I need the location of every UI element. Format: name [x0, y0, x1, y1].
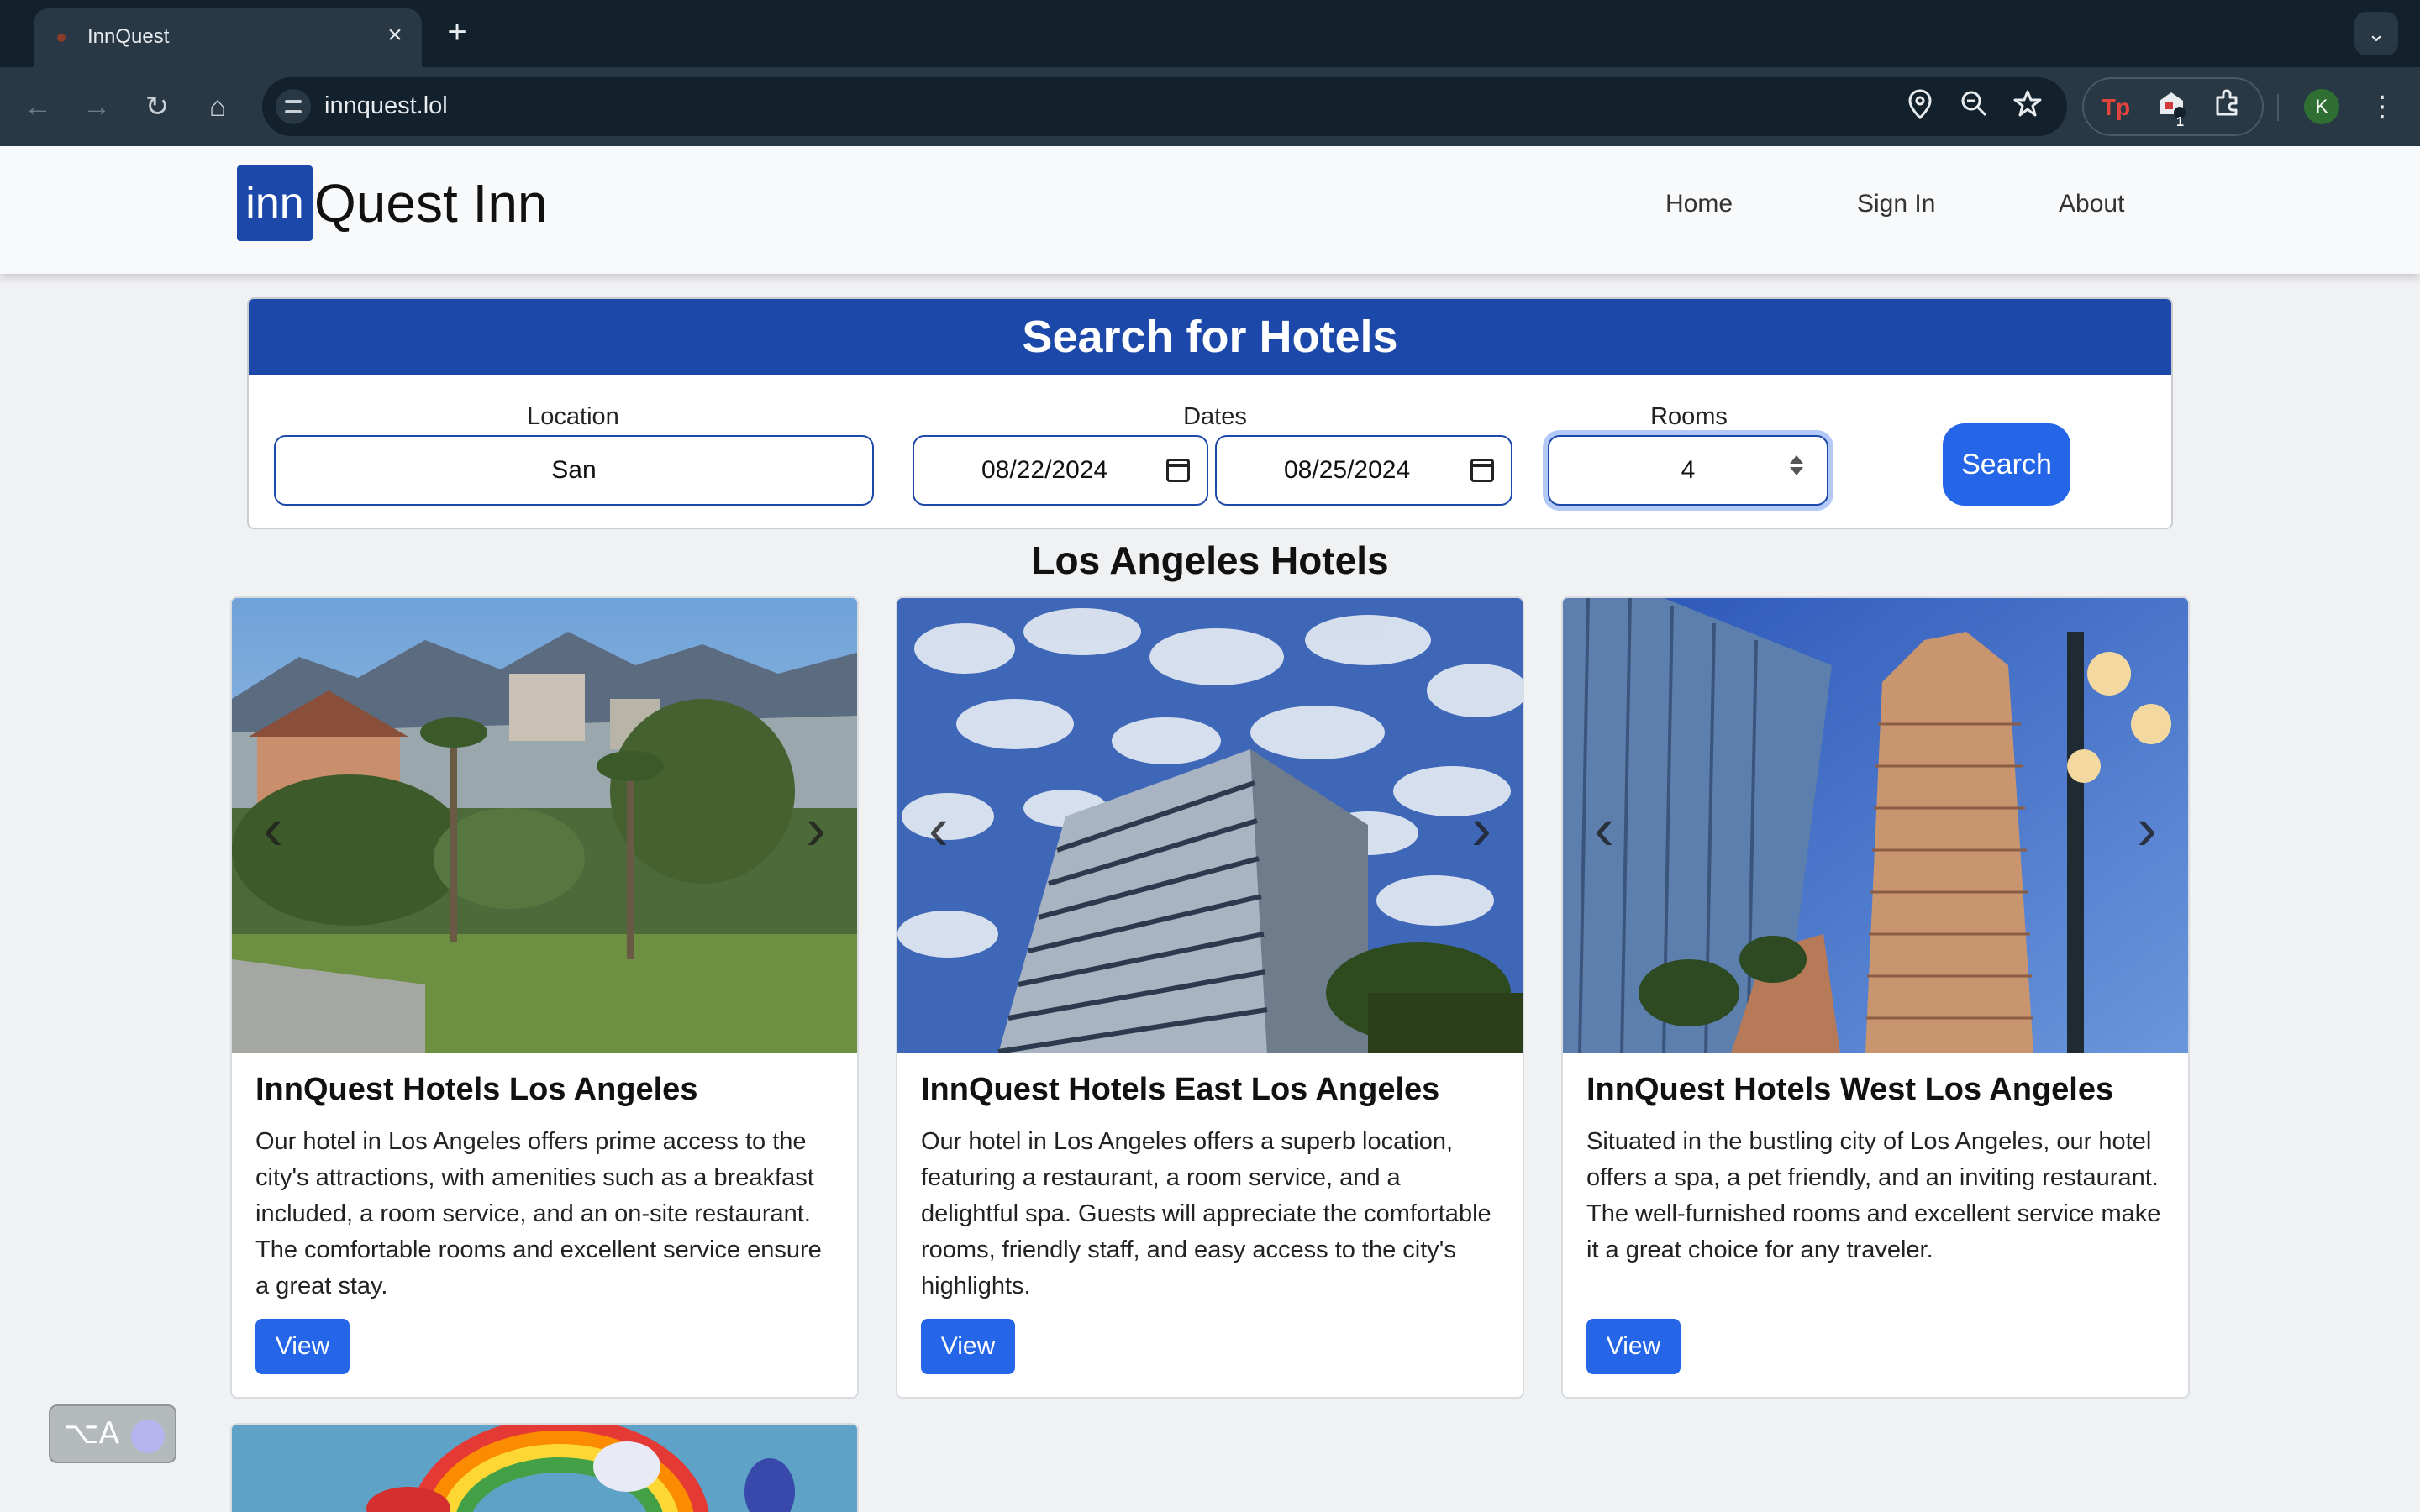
puzzle-extensions-icon[interactable]	[2208, 89, 2245, 126]
hotel-image-carousel: ‹ ›	[1563, 598, 2188, 1053]
view-hotel-button[interactable]: View	[255, 1319, 350, 1374]
carousel-next-icon[interactable]: ›	[2126, 799, 2168, 859]
nav-sign-in-link[interactable]: Sign In	[1857, 190, 1935, 218]
url-text[interactable]: innquest.lol	[324, 92, 448, 120]
search-button[interactable]: Search	[1943, 423, 2070, 506]
calendar-icon[interactable]	[1166, 459, 1190, 482]
checkin-date-input[interactable]: 08/22/2024	[913, 435, 1208, 506]
new-tab-button[interactable]: +	[439, 15, 476, 52]
forward-icon[interactable]: →	[76, 86, 118, 128]
hotel-description: Our hotel in Los Angeles offers a superb…	[921, 1128, 1491, 1299]
bookmark-star-icon[interactable]	[2010, 89, 2045, 124]
rooms-value: 4	[1681, 456, 1696, 484]
site-header: inn Quest Inn Home Sign In About	[0, 146, 2420, 274]
mail-extension-icon[interactable]: 1	[2153, 89, 2190, 129]
hotel-photo	[897, 598, 1523, 1053]
location-label: Location	[527, 403, 619, 430]
site-info-icon[interactable]	[276, 89, 311, 124]
rooms-label: Rooms	[1650, 403, 1728, 430]
hotel-image-carousel: ‹ ›	[897, 598, 1523, 1053]
calendar-icon[interactable]	[1470, 459, 1494, 482]
hotel-photo	[232, 598, 857, 1053]
hotel-photo	[1563, 598, 2188, 1053]
hotel-photo	[232, 1425, 857, 1512]
checkin-date-value: 08/22/2024	[981, 456, 1108, 484]
reload-icon[interactable]: ↻	[136, 86, 178, 128]
carousel-next-icon[interactable]: ›	[795, 799, 837, 859]
logo-text: Quest Inn	[314, 173, 548, 234]
hotel-description: Situated in the bustling city of Los Ang…	[1586, 1128, 2161, 1263]
tab-title: InnQuest	[87, 25, 170, 48]
address-bar[interactable]: innquest.lol	[262, 77, 2067, 136]
hotel-card: ‹ › InnQuest Hotels Los Angeles Our hote…	[230, 596, 859, 1399]
hotel-description: Our hotel in Los Angeles offers prime ac…	[255, 1128, 822, 1299]
tp-extension-icon[interactable]: Tp	[2097, 89, 2134, 126]
checkout-date-value: 08/25/2024	[1284, 456, 1411, 484]
rooms-stepper[interactable]	[1785, 452, 1808, 486]
toolbar-separator	[2277, 94, 2279, 121]
hotel-image-carousel: ‹ ›	[232, 598, 857, 1053]
increment-icon[interactable]	[1790, 455, 1803, 464]
hotel-name: InnQuest Hotels West Los Angeles	[1586, 1072, 2114, 1107]
hotel-card: ‹ › InnQuest Hotels East Los Angeles Our…	[896, 596, 1524, 1399]
back-icon[interactable]: ←	[17, 86, 59, 128]
favicon-icon	[57, 34, 66, 42]
extension-badge: 1	[2176, 115, 2184, 129]
home-icon[interactable]: ⌂	[197, 86, 239, 128]
hotel-name: InnQuest Hotels Los Angeles	[255, 1072, 698, 1107]
carousel-prev-icon[interactable]: ‹	[1583, 799, 1625, 859]
carousel-prev-icon[interactable]: ‹	[918, 799, 960, 859]
hotel-card: ‹ › InnQuest Hotels West Los Angeles Sit…	[1561, 596, 2190, 1399]
assistant-icon[interactable]	[131, 1420, 165, 1453]
dates-label: Dates	[1183, 403, 1247, 430]
search-heading: Search for Hotels	[249, 299, 2171, 375]
hotel-name: InnQuest Hotels East Los Angeles	[921, 1072, 1440, 1107]
search-card: Search for Hotels Location San Dates 08/…	[247, 297, 2173, 529]
browser-menu-icon[interactable]: ⋮	[2363, 87, 2402, 126]
decrement-icon[interactable]	[1790, 467, 1803, 475]
hotel-card-partial	[230, 1423, 859, 1512]
checkout-date-input[interactable]: 08/25/2024	[1215, 435, 1512, 506]
logo-mark: inn	[237, 165, 313, 241]
browser-toolbar: ← → ↻ ⌂ innquest.lol Tp 1 K ⋮	[0, 67, 2420, 146]
view-hotel-button[interactable]: View	[1586, 1319, 1681, 1374]
view-hotel-button[interactable]: View	[921, 1319, 1015, 1374]
carousel-next-icon[interactable]: ›	[1460, 799, 1502, 859]
extensions-group: Tp 1	[2082, 77, 2264, 136]
browser-tab-strip: InnQuest × + ⌄	[0, 0, 2420, 67]
close-tab-icon[interactable]: ×	[380, 20, 410, 50]
location-pin-icon[interactable]	[1902, 89, 1938, 124]
carousel-prev-icon[interactable]: ‹	[252, 799, 294, 859]
rooms-input[interactable]: 4	[1548, 435, 1828, 506]
site-logo[interactable]: inn Quest Inn	[237, 165, 548, 242]
keyboard-shortcut-icon: ⌥A	[64, 1416, 120, 1451]
input-method-widget[interactable]: ⌥A	[49, 1404, 176, 1463]
nav-about-link[interactable]: About	[2059, 190, 2124, 218]
profile-avatar[interactable]: K	[2304, 89, 2339, 124]
tab-search-button[interactable]: ⌄	[2354, 12, 2398, 55]
location-input[interactable]: San	[274, 435, 874, 506]
zoom-icon[interactable]	[1956, 89, 1991, 124]
results-title: Los Angeles Hotels	[1031, 538, 1389, 582]
browser-tab[interactable]: InnQuest ×	[34, 8, 422, 67]
nav-home-link[interactable]: Home	[1665, 190, 1733, 218]
